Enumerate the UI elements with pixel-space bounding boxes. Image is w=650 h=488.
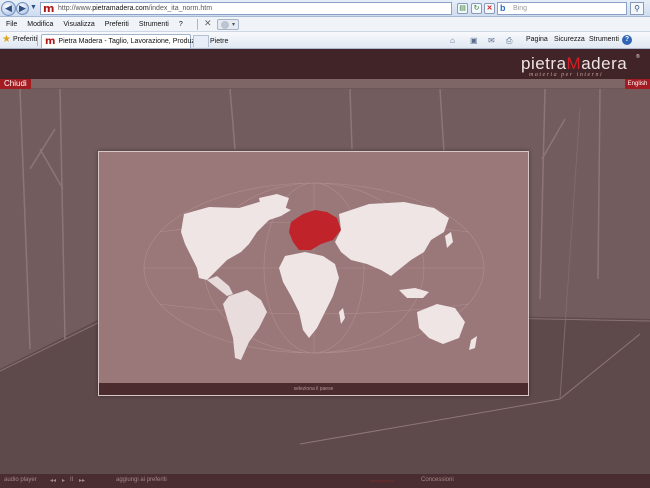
close-button[interactable]: Chiudi: [0, 79, 31, 89]
site-favicon-icon: m: [43, 1, 55, 15]
toggle-dot-icon: [221, 21, 229, 29]
favorites-button[interactable]: Preferiti: [13, 36, 37, 43]
world-map: [143, 182, 485, 360]
feeds-icon[interactable]: ▣: [470, 36, 478, 45]
address-bar: ◀ ▶ ▼ m http://www.pietramadera.com/inde…: [0, 0, 650, 17]
footer-link-placeholder[interactable]: [370, 480, 394, 482]
close-toolbar-icon[interactable]: ✕: [204, 18, 212, 29]
search-button[interactable]: ⚲: [630, 2, 644, 15]
menu-modifica[interactable]: Modifica: [27, 21, 53, 28]
site-favicon-icon: m: [45, 35, 56, 47]
island-japan[interactable]: [445, 232, 453, 248]
menu-divider: [197, 19, 198, 30]
tab-pietra-madera[interactable]: m Pietra Madera - Taglio, Lavorazione, P…: [41, 34, 228, 48]
continent-asia[interactable]: [335, 202, 449, 276]
audio-player-label: audio player: [4, 477, 37, 483]
new-tab-button[interactable]: [193, 35, 209, 47]
search-input[interactable]: b Bing: [497, 2, 627, 15]
island-madagascar[interactable]: [339, 308, 345, 324]
audio-rewind-button[interactable]: ◂◂: [50, 477, 56, 484]
continent-south-america[interactable]: [223, 290, 267, 360]
continent-oceania[interactable]: [417, 304, 465, 344]
print-icon[interactable]: ⎙: [506, 36, 512, 46]
star-icon[interactable]: ★: [2, 34, 11, 45]
menu-strumenti-cmd[interactable]: Strumenti: [589, 36, 619, 43]
magnifier-icon: ⚲: [634, 4, 640, 13]
site-logo[interactable]: pietraMadera: [521, 54, 627, 74]
audio-forward-button[interactable]: ▸▸: [79, 477, 85, 484]
help-icon[interactable]: ?: [622, 35, 632, 45]
refresh-icon[interactable]: ↻: [471, 3, 482, 14]
world-map-panel: seleziona il paese: [98, 151, 529, 396]
continent-africa[interactable]: [279, 252, 339, 338]
home-icon[interactable]: ⌂: [450, 36, 455, 45]
menu-strumenti[interactable]: Strumenti: [139, 21, 169, 28]
site-footer: audio player ◂◂ ▸ II ▸▸ aggiungi ai pref…: [0, 474, 650, 488]
menu-pagina[interactable]: Pagina: [526, 36, 548, 43]
menu-help[interactable]: ?: [179, 21, 183, 28]
menu-file[interactable]: File: [6, 21, 17, 28]
arrow-left-icon: ◀: [5, 3, 12, 13]
arrow-right-icon: ▶: [19, 3, 26, 13]
stop-icon[interactable]: ✕: [484, 3, 495, 14]
favorites-divider: [37, 35, 38, 46]
compatibility-view-icon[interactable]: ▤: [457, 3, 468, 14]
audio-pause-button[interactable]: II: [70, 477, 73, 483]
audio-play-button[interactable]: ▸: [62, 477, 65, 484]
add-to-favorites-link[interactable]: aggiungi ai preferiti: [116, 477, 167, 483]
map-caption: seleziona il paese: [99, 383, 528, 395]
continent-central-america[interactable]: [207, 276, 233, 296]
logo-registered-mark: ®: [636, 54, 640, 60]
island-new-zealand[interactable]: [469, 336, 477, 350]
chevron-down-icon: ▾: [232, 22, 236, 28]
concessions-link[interactable]: Concessioni: [421, 477, 454, 483]
region-indonesia[interactable]: [399, 288, 429, 298]
favorites-bar: ★ Preferiti m Pietra Madera - Taglio, La…: [0, 32, 650, 49]
menu-bar: File Modifica Visualizza Preferiti Strum…: [0, 17, 650, 32]
site-header: pietraMadera ® materia per interni: [0, 49, 650, 79]
language-english-button[interactable]: English: [625, 79, 650, 89]
website-viewport: pietraMadera ® materia per interni Chiud…: [0, 49, 650, 488]
url-text: http://www.pietramadera.com/index_ita_no…: [58, 5, 213, 12]
menu-visualizza[interactable]: Visualizza: [63, 21, 94, 28]
mail-icon[interactable]: ✉: [488, 36, 495, 45]
url-input[interactable]: m http://www.pietramadera.com/index_ita_…: [40, 2, 452, 15]
region-europe-selected[interactable]: [289, 210, 341, 250]
menu-preferiti[interactable]: Preferiti: [105, 21, 129, 28]
search-placeholder: Bing: [513, 5, 528, 12]
forward-button[interactable]: ▶: [16, 2, 29, 15]
logo-tagline: materia per interni: [529, 72, 604, 78]
back-button[interactable]: ◀: [1, 1, 16, 16]
menu-sicurezza[interactable]: Sicurezza: [554, 36, 585, 43]
history-dropdown-icon[interactable]: ▼: [30, 4, 37, 11]
bing-logo-icon: b: [500, 3, 506, 13]
header-divider: [0, 79, 650, 88]
toolbar-toggle[interactable]: ▾: [217, 19, 239, 30]
